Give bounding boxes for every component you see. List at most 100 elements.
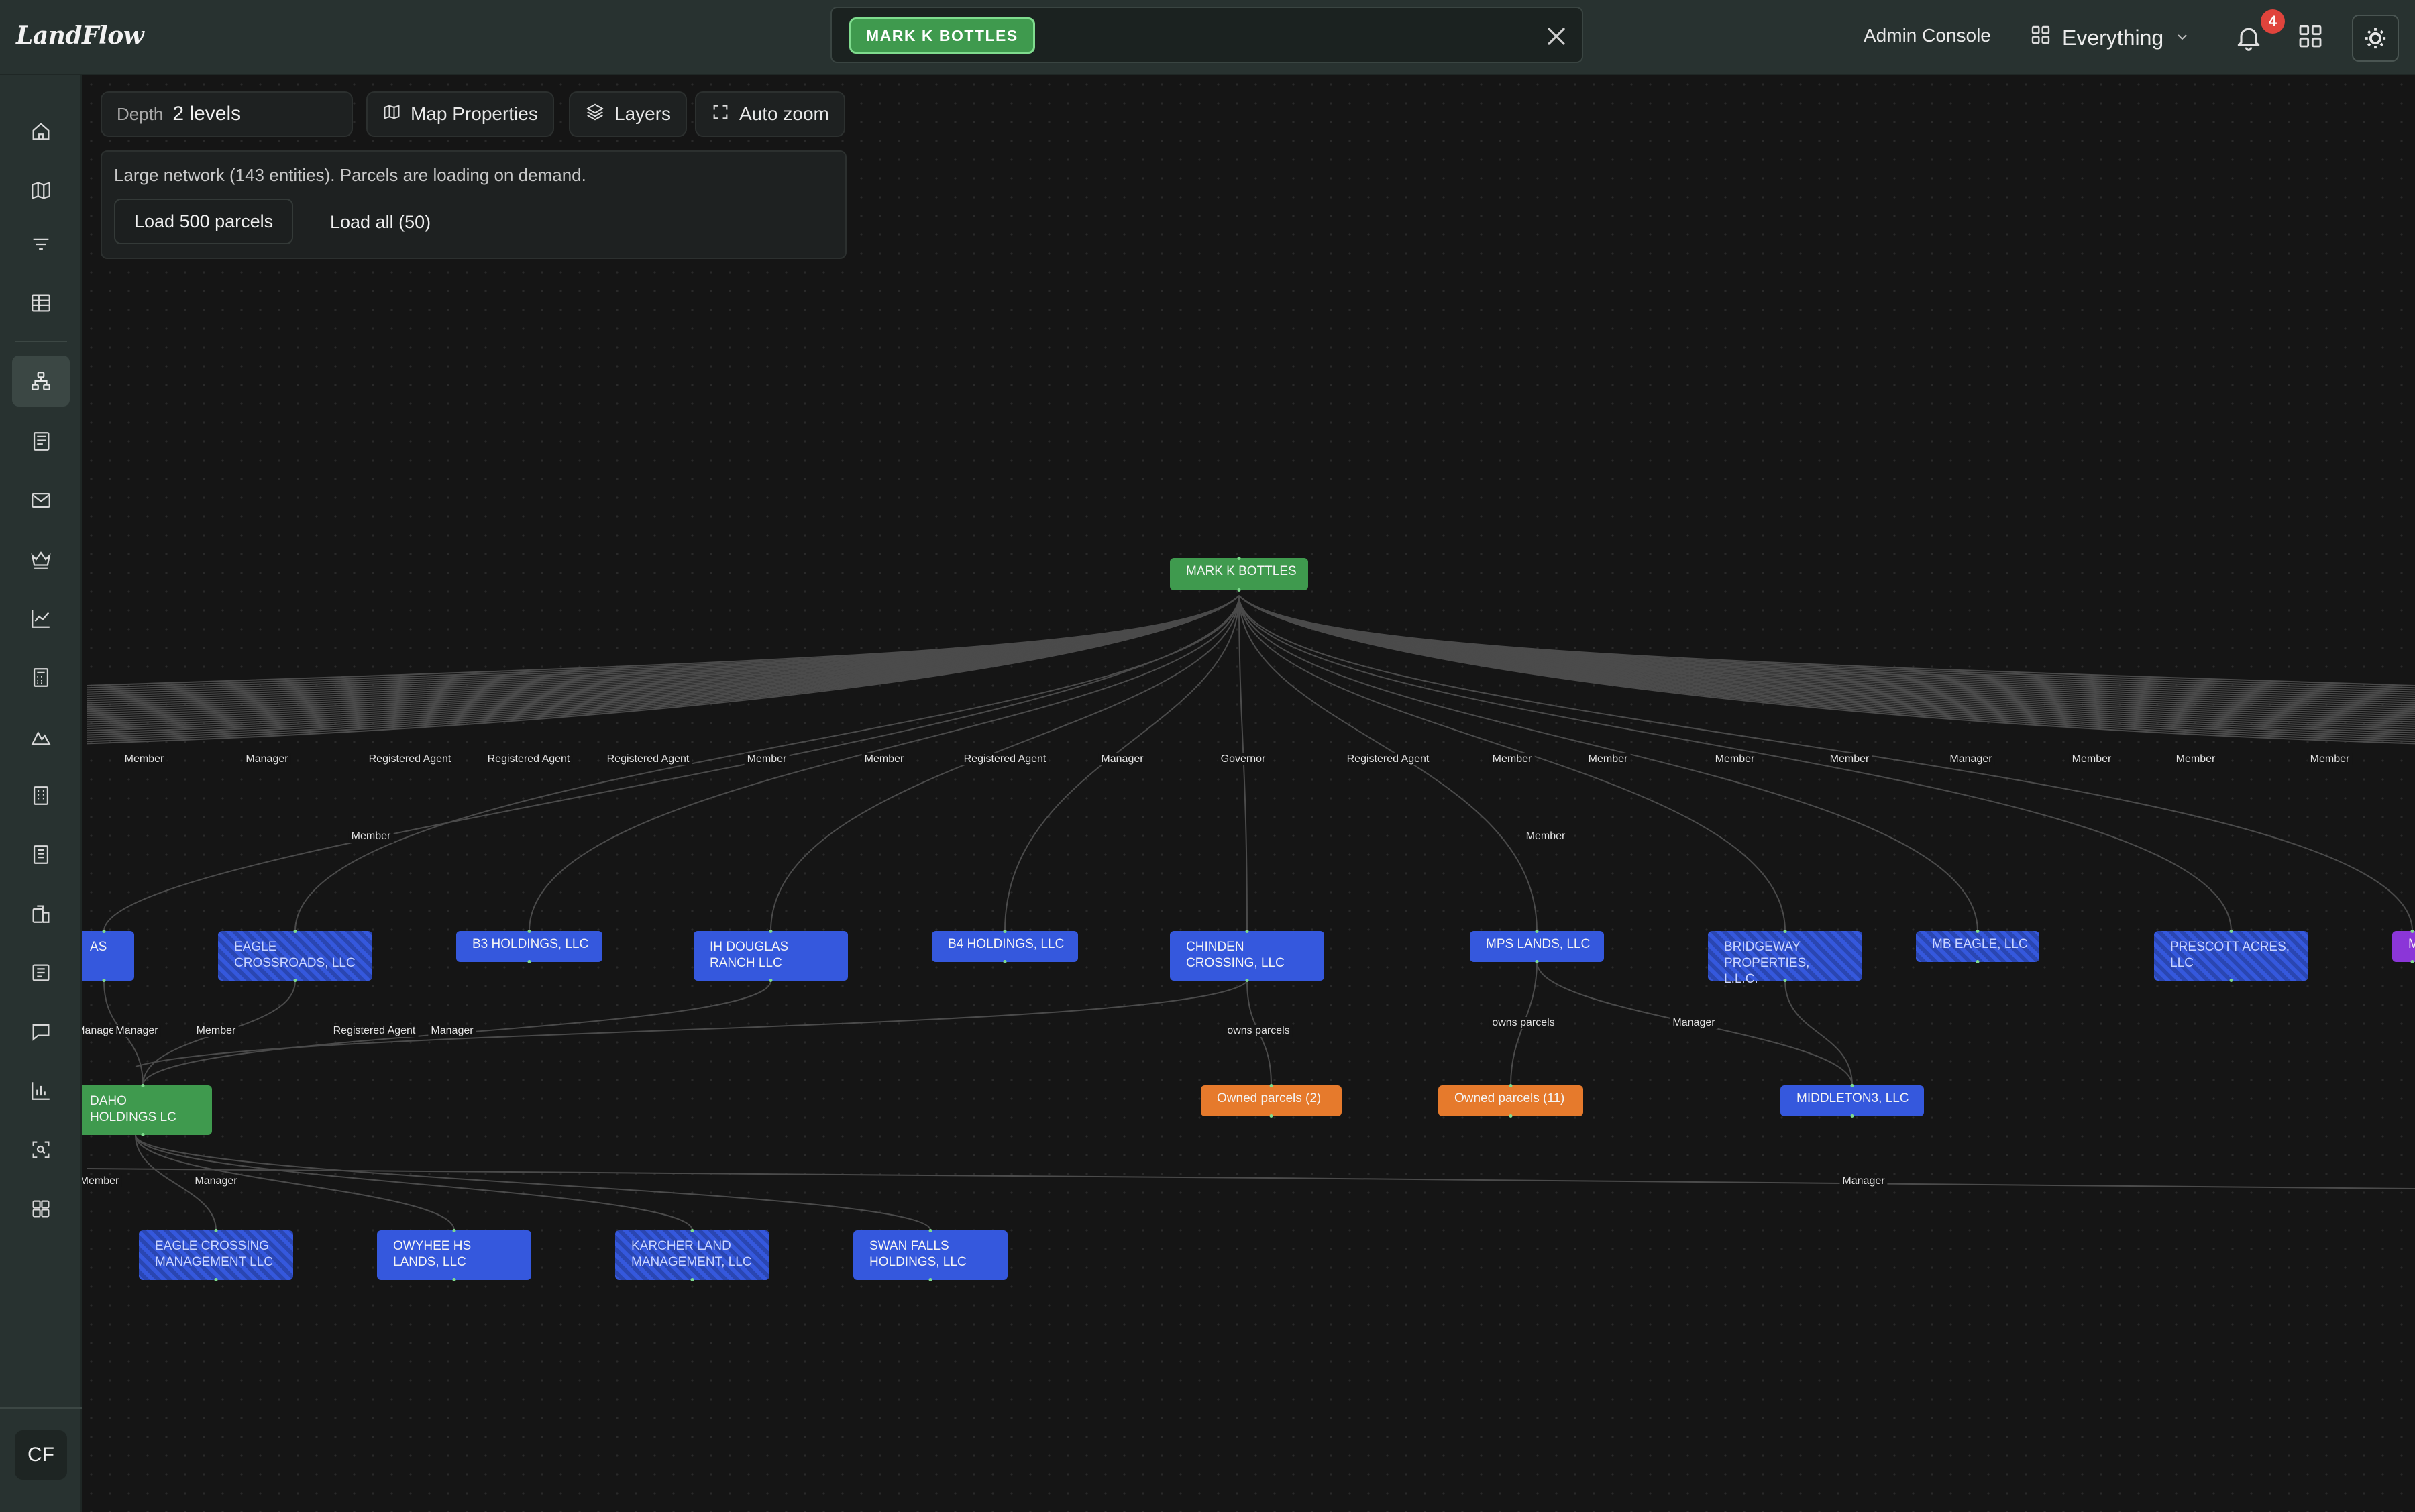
map-properties-button[interactable]: Map Properties	[366, 91, 554, 137]
sidebar-item-reports[interactable]	[12, 1065, 70, 1116]
entity-node-n_owned11[interactable]: Owned parcels (11)	[1438, 1084, 1583, 1118]
edge-label: Manager	[1839, 1175, 1888, 1187]
edge-label: Registered Agent	[1344, 753, 1432, 765]
edge-label: Member	[2307, 753, 2353, 765]
admin-console-link[interactable]: Admin Console	[1864, 25, 1991, 46]
map-icon	[382, 103, 401, 126]
sidebar-item-messages[interactable]	[12, 1006, 70, 1057]
node-port	[1976, 930, 1980, 933]
edge-label: Manager	[1098, 753, 1146, 765]
sidebar-item-apps[interactable]	[12, 1183, 70, 1234]
sidebar-item-buildings[interactable]	[12, 888, 70, 939]
entity-node-n_swan[interactable]: SWAN FALLS HOLDINGS, LLC	[853, 1229, 1008, 1281]
node-label: DAHO HOLDINGS LC	[90, 1094, 176, 1124]
load-all-button[interactable]: Load all (50)	[330, 212, 431, 233]
entity-node-n_karcher[interactable]: KARCHER LAND MANAGEMENT, LLC	[615, 1229, 769, 1281]
node-port	[1245, 930, 1249, 933]
bell-icon[interactable]	[2234, 23, 2263, 52]
root-node-mark-k-bottles[interactable]: MARK K BOTTLES	[1170, 557, 1308, 592]
node-port	[527, 960, 531, 963]
bar-chart-icon	[32, 1082, 50, 1100]
entity-node-n_idaho[interactable]: DAHO HOLDINGS LC	[82, 1084, 212, 1136]
entity-node-n_eaglemgmt[interactable]: EAGLE CROSSING MANAGEMENT LLC	[139, 1229, 293, 1281]
theme-toggle-button[interactable]	[2352, 15, 2399, 62]
apps-icon[interactable]	[2297, 23, 2326, 52]
sidebar-item-mail[interactable]	[12, 475, 70, 526]
node-port	[1269, 1084, 1273, 1087]
sidebar-item-analytics[interactable]	[12, 593, 70, 644]
edge-label: Member	[1827, 753, 1872, 765]
notice-text: Large network (143 entities). Parcels ar…	[114, 165, 586, 185]
sidebar-item-filter[interactable]	[12, 219, 70, 270]
app-logo[interactable]: LandFlow	[16, 21, 144, 50]
edge-label: Manager	[192, 1175, 240, 1187]
entity-node-n_owyhee[interactable]: OWYHEE HS LANDS, LLC	[377, 1229, 531, 1281]
edge-label: Registered Agent	[366, 753, 454, 765]
entity-node-n_mbeagle[interactable]: MB EAGLE, LLC	[1916, 930, 2039, 963]
entity-node-n_bridgeway[interactable]: BRIDGEWAY PROPERTIES, L.L.C.	[1708, 930, 1862, 986]
scan-search-icon	[32, 1141, 50, 1158]
close-icon[interactable]	[1542, 21, 1571, 51]
grid-icon	[2030, 24, 2051, 51]
entity-node-n_eagle[interactable]: EAGLE CROSSROADS, LLC	[218, 930, 372, 982]
node-port	[690, 1229, 694, 1232]
entity-node-n_prescott[interactable]: PRESCOTT ACRES, LLC	[2154, 930, 2308, 982]
entity-node-n_ihd[interactable]: IH DOUGLAS RANCH LLC	[694, 930, 848, 982]
edge-label: owns parcels	[1489, 1017, 1558, 1029]
sidebar-item-calculator[interactable]	[12, 652, 70, 703]
sidebar-item-news[interactable]	[12, 416, 70, 467]
sidebar-item-building-2[interactable]	[12, 829, 70, 880]
entity-node-n_m[interactable]: M	[2392, 930, 2415, 963]
node-port	[102, 930, 106, 933]
sidebar-item-building[interactable]	[12, 770, 70, 821]
entity-node-n_mps[interactable]: MPS LANDS, LLC	[1470, 930, 1604, 963]
sidebar-item-home[interactable]	[12, 106, 70, 157]
node-port	[1535, 960, 1539, 963]
layers-icon	[585, 102, 605, 127]
fullscreen-icon	[711, 103, 730, 126]
node-label: B3 HOLDINGS, LLC	[472, 937, 589, 951]
node-port	[1850, 1084, 1854, 1087]
edge-label: Manager	[428, 1025, 476, 1037]
node-label: M	[2408, 937, 2415, 951]
sidebar-item-crown[interactable]	[12, 534, 70, 585]
node-port	[769, 979, 773, 982]
load-500-parcels-button[interactable]: Load 500 parcels	[114, 199, 294, 244]
search-bar[interactable]: MARK K BOTTLES	[830, 7, 1583, 63]
sidebar-item-terrain[interactable]	[12, 711, 70, 762]
workspace-dropdown[interactable]: Everything	[2030, 22, 2190, 53]
entity-node-n_owned2[interactable]: Owned parcels (2)	[1201, 1084, 1342, 1118]
layers-button[interactable]: Layers	[569, 91, 688, 137]
node-label: IH DOUGLAS RANCH LLC	[710, 940, 789, 970]
node-port	[214, 1229, 218, 1232]
node-port	[2229, 930, 2233, 933]
graph-edges	[87, 595, 2415, 1231]
entity-node-n_b3[interactable]: B3 HOLDINGS, LLC	[456, 930, 602, 963]
entity-node-n_chinden[interactable]: CHINDEN CROSSING, LLC	[1170, 930, 1324, 982]
graph-canvas[interactable]: AS EAGLE CROSSROADS, LLC B3 HOLDINGS, LLC I…	[82, 75, 2415, 1512]
node-port	[1976, 960, 1980, 963]
sidebar-item-table[interactable]	[12, 278, 70, 329]
edge-label: Member	[193, 1025, 239, 1037]
entity-node-n_middleton[interactable]: MIDDLETON3, LLC	[1780, 1084, 1924, 1118]
sidebar-item-documents[interactable]	[12, 947, 70, 998]
node-port	[1237, 557, 1241, 560]
edge-label: owns parcels	[1224, 1025, 1293, 1037]
entity-node-n_b4[interactable]: B4 HOLDINGS, LLC	[932, 930, 1078, 963]
edge-label: Member	[744, 753, 790, 765]
search-entity-chip[interactable]: MARK K BOTTLES	[849, 17, 1035, 54]
user-avatar[interactable]: CF	[15, 1430, 67, 1480]
edge-label: Member	[121, 753, 167, 765]
node-label: MIDDLETON3, LLC	[1796, 1091, 1909, 1105]
auto-zoom-button[interactable]: Auto zoom	[695, 91, 845, 137]
edge-label: Member	[1523, 830, 1568, 843]
entity-node-n_as[interactable]: AS	[82, 930, 134, 982]
node-label: AS	[90, 940, 107, 954]
document-icon	[32, 964, 50, 981]
building-2-icon	[33, 845, 49, 864]
calculator-icon	[33, 668, 49, 687]
sidebar-item-network[interactable]	[12, 356, 70, 407]
sidebar-item-scan[interactable]	[12, 1124, 70, 1175]
sidebar-item-map[interactable]	[12, 165, 70, 216]
depth-selector[interactable]: Depth 2 levels	[101, 91, 353, 137]
